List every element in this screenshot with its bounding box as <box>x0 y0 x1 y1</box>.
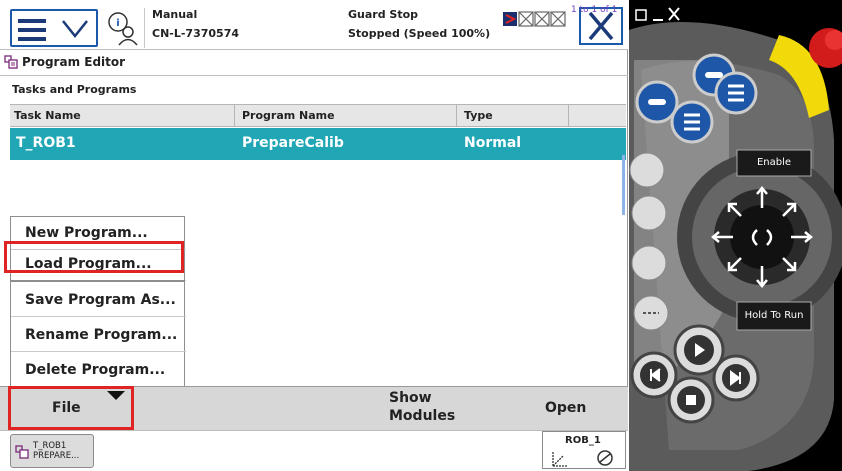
cell-program-name: PrepareCalib <box>242 135 344 151</box>
enable-button[interactable]: Enable <box>737 157 811 168</box>
row-range: 1 to 1 of 1 <box>571 5 618 15</box>
robot-label: ROB_1 <box>565 435 601 446</box>
column-divider <box>456 105 457 126</box>
table-header: Task Name Program Name Type <box>10 104 626 127</box>
pendant-body <box>629 0 842 471</box>
title-rule <box>0 75 628 76</box>
cell-type: Normal <box>464 135 522 151</box>
program-editor-task-button[interactable]: T_ROB1 PREPARE... <box>10 434 94 468</box>
main-menu-button[interactable] <box>10 9 98 47</box>
status-divider <box>144 8 145 48</box>
status-bar: i Manual CN-L-7370574 Guard Stop Stopped… <box>0 0 628 50</box>
section-title: Tasks and Programs <box>12 83 137 96</box>
quickset-robot-button[interactable]: ROB_1 <box>542 431 626 469</box>
pendant-hardware-panel: Enable Hold To Run <box>629 0 842 471</box>
column-divider <box>234 105 235 126</box>
flexpendant-screen: i Manual CN-L-7370574 Guard Stop Stopped… <box>0 0 628 471</box>
column-header-program[interactable]: Program Name <box>242 109 335 122</box>
highlight-file-button <box>8 386 134 430</box>
menu-item-save-program-as[interactable]: Save Program As... <box>11 284 186 317</box>
task-button-label: T_ROB1 PREPARE... <box>33 441 79 461</box>
hold-to-run-button[interactable]: Hold To Run <box>737 310 811 321</box>
show-modules-label-line1: Show Modules <box>389 390 456 424</box>
column-divider <box>568 105 569 126</box>
restore-icon[interactable] <box>635 8 649 22</box>
controller-name: CN-L-7370574 <box>152 27 239 40</box>
svg-text:i: i <box>116 18 119 29</box>
program-editor-icon <box>4 55 18 69</box>
table-row[interactable]: T_ROB1 PrepareCalib Normal <box>10 128 626 160</box>
program-editor-icon <box>15 445 29 459</box>
speed-state: Stopped (Speed 100%) <box>348 27 491 40</box>
task-button-line2: PREPARE... <box>33 451 80 461</box>
chevron-down-icon <box>62 20 88 39</box>
info-user-icon[interactable]: i <box>104 10 140 46</box>
task-state-icons[interactable] <box>503 11 573 27</box>
menu-separator <box>10 280 185 282</box>
open-button[interactable]: Open <box>545 400 586 416</box>
column-header-task[interactable]: Task Name <box>14 109 81 122</box>
stop-state: Guard Stop <box>348 8 419 21</box>
cell-task-name: T_ROB1 <box>16 135 76 151</box>
operating-mode: Manual <box>152 8 198 21</box>
hamburger-icon <box>18 19 46 46</box>
menu-item-rename-program[interactable]: Rename Program... <box>11 319 186 352</box>
app-title: Program Editor <box>4 52 125 72</box>
scrollbar[interactable] <box>622 155 625 215</box>
robot-frame-icon <box>552 450 613 467</box>
task-button-line1: T_ROB1 <box>33 441 67 451</box>
highlight-load-program <box>4 241 184 273</box>
taskbar <box>0 430 628 471</box>
column-header-type[interactable]: Type <box>464 109 493 122</box>
menu-item-delete-program[interactable]: Delete Program... <box>11 354 186 387</box>
show-modules-button[interactable]: Show Modules <box>389 389 469 425</box>
app-title-label: Program Editor <box>22 55 126 69</box>
